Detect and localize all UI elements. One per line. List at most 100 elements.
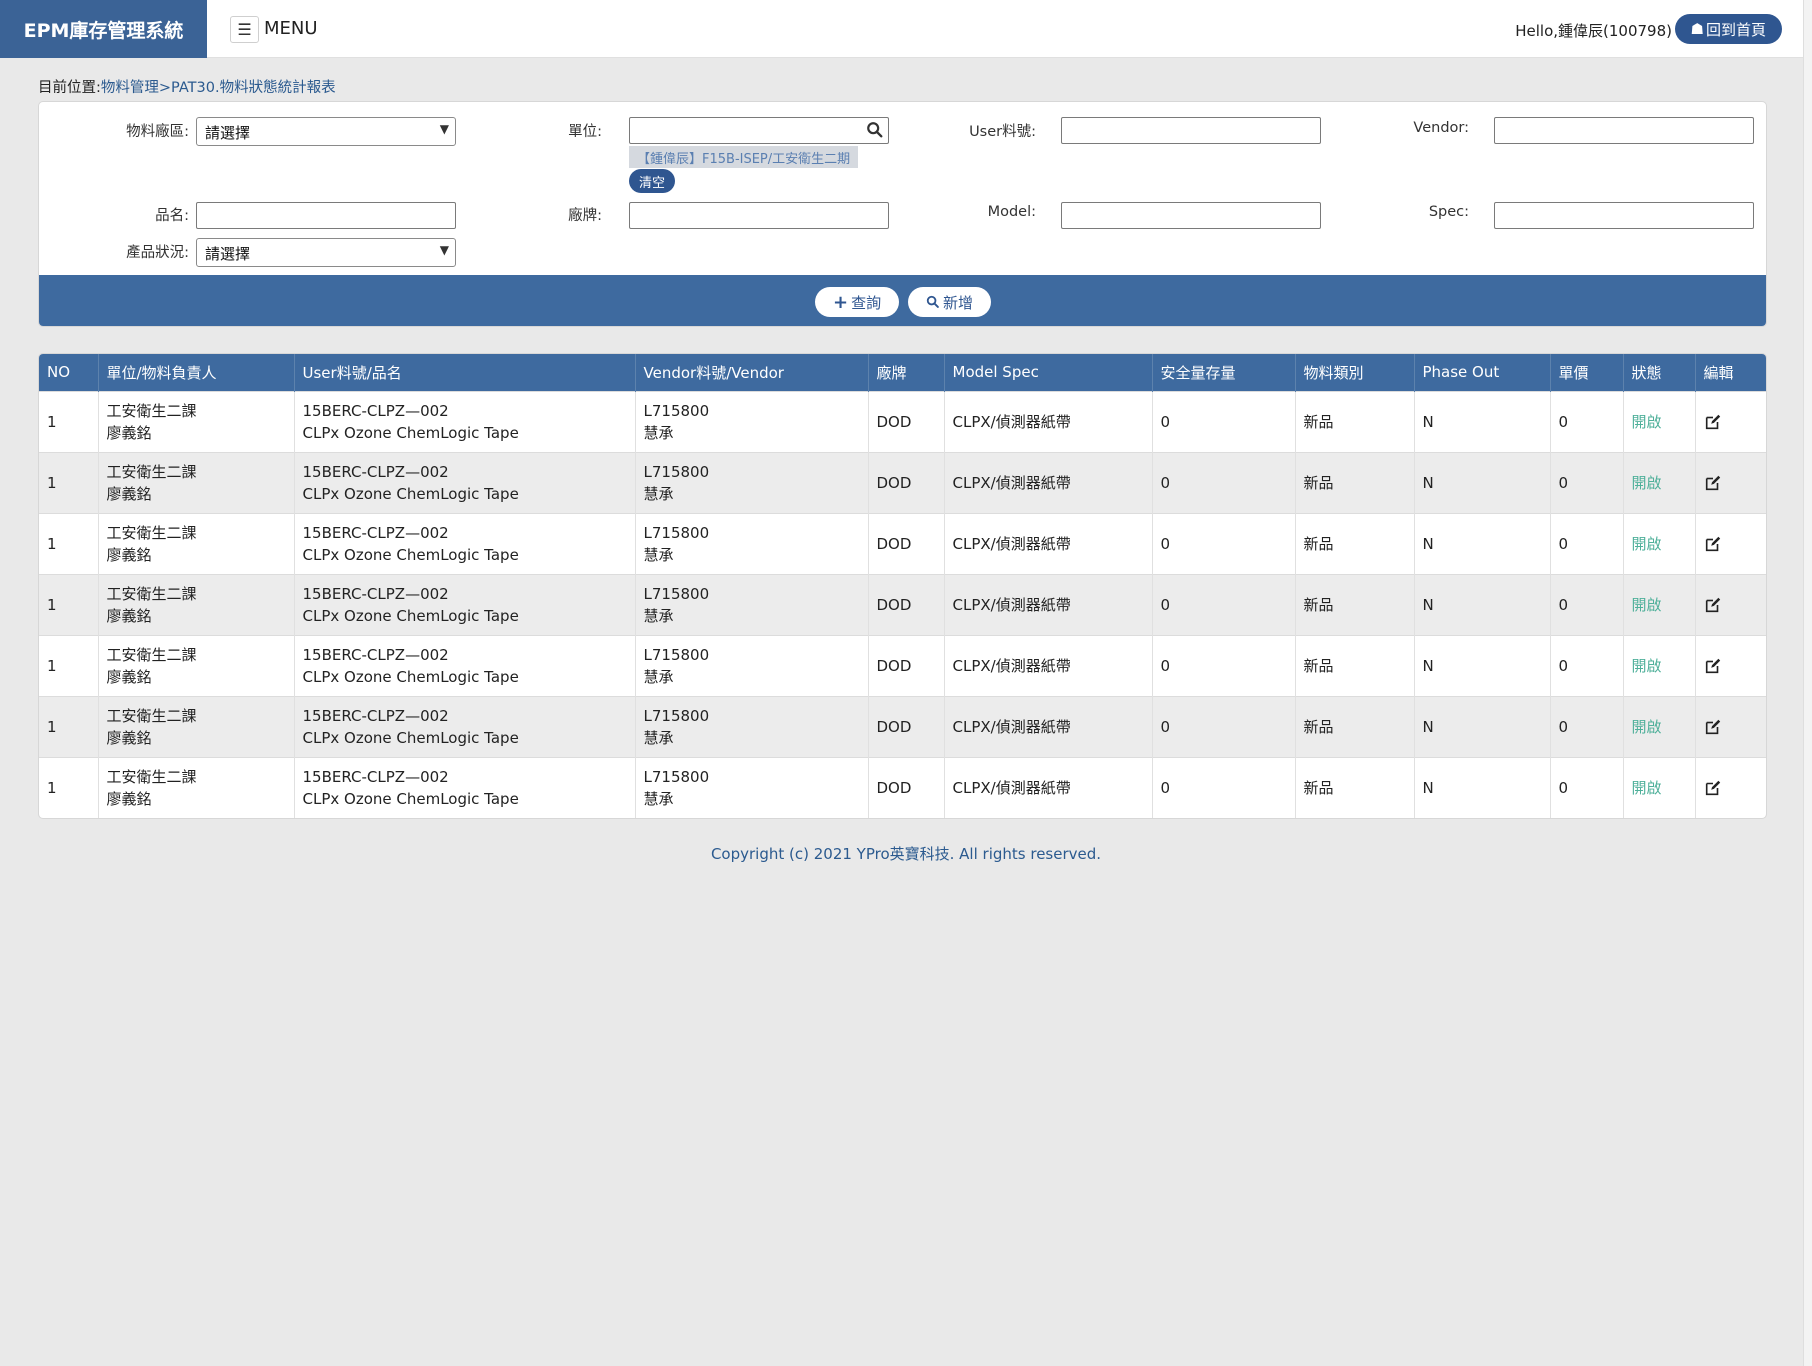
cell-edit[interactable]: [1695, 512, 1766, 574]
cell-status[interactable]: 開啟: [1623, 390, 1696, 452]
cell-edit[interactable]: [1695, 390, 1766, 452]
cell-price: 0: [1550, 756, 1624, 818]
cell-owner: 廖義銘: [106, 789, 152, 808]
vendor-label: Vendor:: [1413, 120, 1469, 136]
vendor-input[interactable]: [1494, 117, 1754, 144]
cell-status[interactable]: 開啟: [1623, 695, 1696, 757]
table-row: 1 工安衛生二課 廖義銘 15BERC-CLPZ—002 CLPx Ozone Chem…: [39, 573, 1766, 635]
cell-unit: 工安衛生二課: [106, 462, 197, 481]
edit-icon[interactable]: [1704, 413, 1722, 431]
cell-edit[interactable]: [1695, 756, 1766, 818]
user-no-label: User料號:: [969, 124, 1036, 140]
cell-unit-owner: 工安衛生二課 廖義銘: [98, 634, 295, 696]
col-safety-stock[interactable]: 安全量存量: [1152, 354, 1296, 391]
edit-icon[interactable]: [1704, 779, 1722, 797]
name-input[interactable]: [196, 202, 456, 229]
brand-label: 廠牌:: [568, 208, 602, 224]
edit-icon[interactable]: [1704, 474, 1722, 492]
home-icon: ☗: [1690, 20, 1704, 38]
cell-status[interactable]: 開啟: [1623, 451, 1696, 513]
cell-category: 新品: [1295, 695, 1415, 757]
model-input[interactable]: [1061, 202, 1321, 229]
cell-vendor-no: L715800: [643, 706, 710, 725]
cell-user-no-name: 15BERC-CLPZ—002 CLPx Ozone ChemLogic Tape: [294, 634, 636, 696]
col-vendor[interactable]: Vendor料號/Vendor: [635, 354, 869, 391]
user-no-input[interactable]: [1061, 117, 1321, 144]
col-user-no-name[interactable]: User料號/品名: [294, 354, 636, 391]
cell-edit[interactable]: [1695, 695, 1766, 757]
col-unit-owner[interactable]: 單位/物料負責人: [98, 354, 295, 391]
add-button[interactable]: 新增: [908, 287, 992, 317]
cell-brand: DOD: [868, 390, 945, 452]
cell-status[interactable]: 開啟: [1623, 573, 1696, 635]
cell-edit[interactable]: [1695, 634, 1766, 696]
search-icon[interactable]: [866, 121, 884, 139]
breadcrumb-path[interactable]: 物料管理>PAT30.物料狀態統計報表: [101, 80, 336, 96]
col-brand[interactable]: 廠牌: [868, 354, 945, 391]
col-phase-out[interactable]: Phase Out: [1414, 354, 1551, 391]
cell-brand: DOD: [868, 756, 945, 818]
edit-icon[interactable]: [1704, 718, 1722, 736]
area-select[interactable]: 請選擇 ▼: [196, 117, 456, 146]
cell-status[interactable]: 開啟: [1623, 512, 1696, 574]
cell-unit: 工安衛生二課: [106, 523, 197, 542]
cell-category: 新品: [1295, 390, 1415, 452]
col-status[interactable]: 狀態: [1623, 354, 1696, 391]
cell-price: 0: [1550, 695, 1624, 757]
cell-status[interactable]: 開啟: [1623, 634, 1696, 696]
col-price[interactable]: 單價: [1550, 354, 1624, 391]
cell-brand: DOD: [868, 451, 945, 513]
name-label: 品名:: [155, 208, 189, 224]
cell-vendor-name: 慧承: [643, 484, 674, 503]
user-greeting: Hello,鍾偉辰(100798): [1515, 22, 1672, 40]
cell-model-spec: CLPX/偵測器紙帶: [944, 390, 1153, 452]
table-row: 1 工安衛生二課 廖義銘 15BERC-CLPZ—002 CLPx Ozone Chem…: [39, 390, 1766, 452]
cell-unit-owner: 工安衛生二課 廖義銘: [98, 756, 295, 818]
cell-user-no-name: 15BERC-CLPZ—002 CLPx Ozone ChemLogic Tape: [294, 756, 636, 818]
cell-edit[interactable]: [1695, 451, 1766, 513]
edit-icon[interactable]: [1704, 596, 1722, 614]
status-select[interactable]: 請選擇 ▼: [196, 238, 456, 267]
table-row: 1 工安衛生二課 廖義銘 15BERC-CLPZ—002 CLPx Ozone Chem…: [39, 512, 1766, 574]
cell-status[interactable]: 開啟: [1623, 756, 1696, 818]
spec-label: Spec:: [1428, 204, 1469, 220]
app-title[interactable]: EPM庫存管理系統: [0, 0, 207, 58]
clear-button[interactable]: 清空: [629, 169, 676, 193]
cell-name: CLPx Ozone ChemLogic Tape: [302, 728, 519, 747]
unit-input[interactable]: [629, 117, 889, 144]
brand-input[interactable]: [629, 202, 889, 229]
cell-vendor-no: L715800: [643, 523, 710, 542]
edit-icon[interactable]: [1704, 535, 1722, 553]
cell-model-spec: CLPX/偵測器紙帶: [944, 634, 1153, 696]
cell-no: 1: [39, 451, 99, 513]
cell-safety-stock: 0: [1152, 695, 1296, 757]
model-label: Model:: [987, 204, 1036, 220]
action-bar: + 查詢 新增: [39, 275, 1766, 326]
col-model-spec[interactable]: Model Spec: [944, 354, 1153, 391]
cell-brand: DOD: [868, 573, 945, 635]
cell-price: 0: [1550, 573, 1624, 635]
cell-safety-stock: 0: [1152, 390, 1296, 452]
hamburger-icon[interactable]: ☰: [230, 16, 259, 43]
edit-icon[interactable]: [1704, 657, 1722, 675]
area-label: 物料廠區:: [126, 124, 189, 140]
cell-no: 1: [39, 756, 99, 818]
menu-button[interactable]: MENU: [264, 18, 318, 39]
col-edit[interactable]: 編輯: [1695, 354, 1766, 391]
home-button[interactable]: ☗ 回到首頁: [1674, 14, 1782, 44]
cell-model-spec: CLPX/偵測器紙帶: [944, 512, 1153, 574]
col-no[interactable]: NO: [39, 354, 99, 391]
table-row: 1 工安衛生二課 廖義銘 15BERC-CLPZ—002 CLPx Ozone Chem…: [39, 756, 1766, 818]
cell-vendor: L715800 慧承: [635, 756, 869, 818]
plus-icon: +: [833, 291, 849, 313]
cell-vendor-no: L715800: [643, 584, 710, 603]
cell-unit-owner: 工安衛生二課 廖義銘: [98, 512, 295, 574]
cell-edit[interactable]: [1695, 573, 1766, 635]
cell-name: CLPx Ozone ChemLogic Tape: [302, 545, 519, 564]
col-category[interactable]: 物料類別: [1295, 354, 1415, 391]
spec-input[interactable]: [1494, 202, 1754, 229]
page-scrollbar[interactable]: [1803, 0, 1812, 1366]
cell-vendor: L715800 慧承: [635, 451, 869, 513]
query-button[interactable]: + 查詢: [815, 287, 900, 317]
cell-user-no-name: 15BERC-CLPZ—002 CLPx Ozone ChemLogic Tape: [294, 573, 636, 635]
